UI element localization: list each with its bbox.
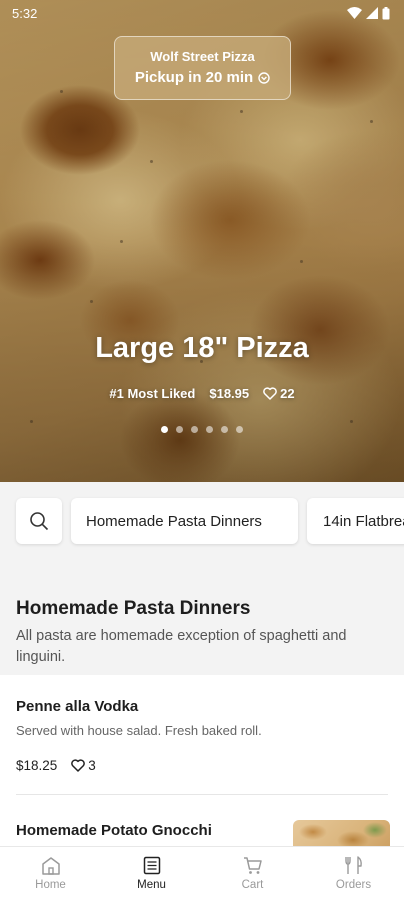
pickup-label: Pickup in 20 min [134,69,254,86]
cart-icon [243,857,262,874]
menu-item-footer: $18.25 3 [16,758,388,773]
menu-item-description: Served with house salad. Fresh baked rol… [16,723,262,738]
featured-item-meta: #1 Most Liked $18.95 22 [0,386,404,401]
texture-speck [150,160,153,163]
nav-home[interactable]: Home [0,847,101,900]
texture-speck [60,90,63,93]
texture-speck [30,420,33,423]
signal-icon [366,7,378,19]
texture-speck [90,300,93,303]
battery-icon [382,6,390,19]
featured-likes-count: 22 [280,386,295,401]
carousel-dot[interactable] [191,426,198,433]
texture-speck [300,260,303,263]
nav-orders-label: Orders [335,879,372,891]
texture-speck [120,240,123,243]
nav-cart-label: Cart [241,879,264,891]
carousel-dot[interactable] [161,426,168,433]
chevron-down-icon [258,71,270,84]
category-chip-pasta[interactable]: Homemade Pasta Dinners [71,498,298,544]
section-description: All pasta are homemade exception of spag… [16,628,347,665]
home-icon [41,857,60,875]
status-time: 5:32 [12,5,38,21]
pickup-time-badge[interactable]: Wolf Street Pizza Pickup in 20 min [114,36,291,100]
featured-item-title: Large 18" Pizza [95,332,309,364]
status-icons [347,6,390,20]
search-button[interactable] [16,498,62,544]
nav-cart[interactable]: Cart [202,847,303,900]
carousel-indicator[interactable] [0,426,404,433]
search-icon [30,512,49,531]
carousel-dot[interactable] [236,426,243,433]
nav-menu[interactable]: Menu [101,847,202,900]
heart-icon [71,759,86,772]
featured-badge: #1 Most Liked [109,386,196,401]
status-bar: 5:32 [0,0,404,26]
nav-orders[interactable]: Orders [303,847,404,900]
nav-home-label: Home [35,879,66,891]
carousel-dot[interactable] [206,426,213,433]
texture-speck [240,110,243,113]
texture-speck [370,120,373,123]
featured-likes[interactable]: 22 [263,386,295,401]
carousel-dot[interactable] [176,426,183,433]
menu-icon [143,856,160,875]
bottom-navigation: Home Menu Cart Orders [0,846,404,900]
menu-item[interactable]: Homemade Potato Gnocchi [0,795,404,846]
heart-icon [263,387,277,400]
orders-icon [344,856,362,874]
section-header: Homemade Pasta Dinners All pasta are hom… [0,575,404,671]
carousel-dot[interactable] [221,426,228,433]
texture-speck [350,420,353,423]
menu-item-likes[interactable]: 3 [71,758,96,773]
category-chip-flatbread[interactable]: 14in Flatbread [307,498,404,544]
menu-item-name: Penne alla Vodka [16,698,139,715]
category-strip[interactable]: Homemade Pasta Dinners 14in Flatbread [0,482,404,562]
menu-item-likes-count: 3 [88,758,96,773]
menu-item[interactable]: Penne alla Vodka Served with house salad… [0,675,404,795]
pickup-time: Pickup in 20 min [115,69,290,86]
store-name: Wolf Street Pizza [150,49,255,64]
menu-item-photo [293,820,390,846]
wifi-icon [347,7,362,19]
featured-price: $18.95 [209,386,250,401]
menu-item-price: $18.25 [16,758,58,773]
menu-item-list: Penne alla Vodka Served with house salad… [0,675,404,846]
section-title: Homemade Pasta Dinners [16,598,251,619]
nav-menu-label: Menu [137,879,166,891]
